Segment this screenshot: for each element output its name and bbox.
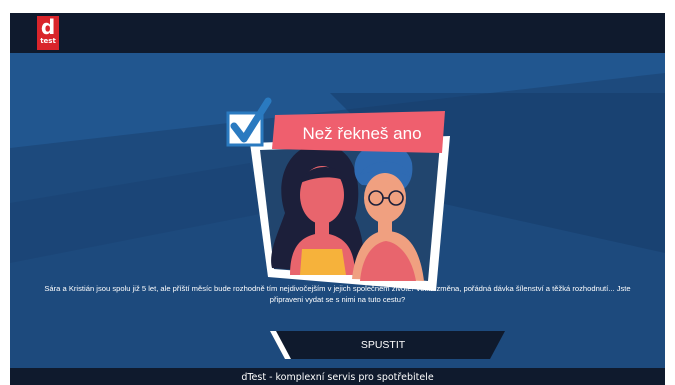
game-description: Sára a Kristián jsou spolu již 5 let, al… (44, 284, 631, 304)
game-title: Než řekneš ano (302, 124, 421, 143)
footer-bar: dTest - komplexní servis pro spotřebitel… (10, 368, 665, 385)
start-button-label: SPUSTIT (360, 339, 406, 351)
couple-illustration (250, 136, 450, 291)
dtest-logo[interactable]: d test (37, 16, 59, 50)
start-button[interactable]: SPUSTIT (270, 331, 505, 359)
logo-word: test (40, 37, 56, 45)
game-frame: d test Než řekneš ano Sára a Kristián js… (10, 13, 665, 385)
logo-letter: d (40, 15, 56, 39)
top-bar: d test (10, 13, 665, 53)
